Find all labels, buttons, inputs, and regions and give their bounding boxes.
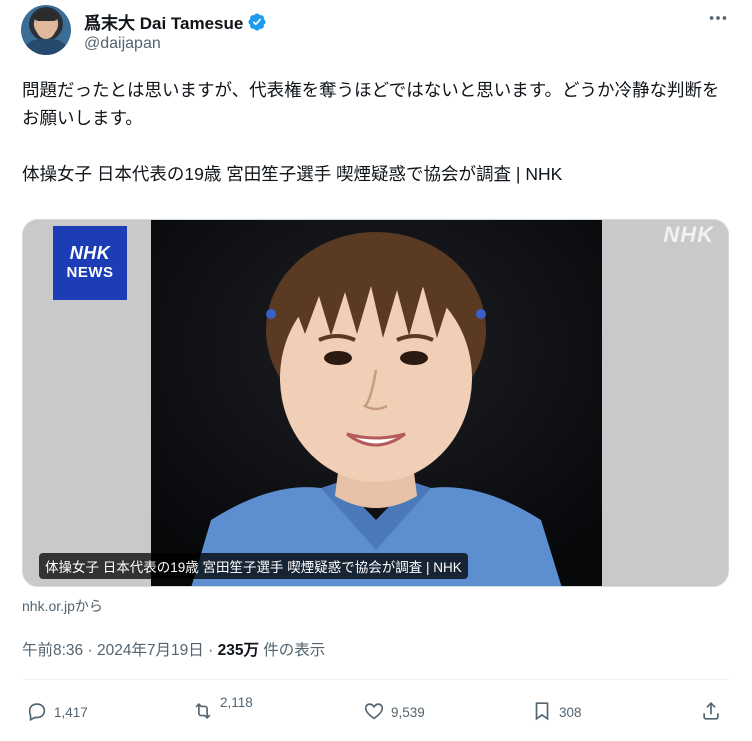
share-icon	[700, 700, 722, 725]
avatar-hair-shape	[35, 11, 57, 21]
author-name-row: 爲末大 Dai Tamesue	[84, 9, 267, 34]
verified-badge-icon[interactable]	[247, 12, 267, 32]
nhk-watermark: NHK	[663, 222, 714, 247]
divider	[22, 679, 730, 680]
views-label: 件の表示	[263, 642, 326, 659]
reply-count: 1,417	[54, 705, 88, 720]
avatar-body-shape	[26, 39, 66, 55]
athlete-photo-illustration	[151, 220, 602, 586]
author-handle[interactable]: @daijapan	[84, 35, 161, 53]
nhk-logo-line1: NHK	[69, 243, 111, 263]
meta-separator: ·	[203, 642, 218, 659]
tweet[interactable]: 爲末大 Dai Tamesue @daijapan 問題だったとは思いますが、代…	[0, 0, 752, 741]
repost-count: 2,118	[220, 695, 253, 710]
more-dots-icon[interactable]	[706, 8, 730, 28]
nhk-news-logo: NHK NEWS	[53, 226, 127, 300]
tweet-time[interactable]: 午前8:36	[22, 642, 83, 659]
bookmark-icon	[531, 700, 553, 725]
reply-icon	[26, 700, 48, 725]
tweet-meta: 午前8:36 · 2024年7月19日 · 235万 件の表示	[22, 638, 325, 660]
repost-button[interactable]: 2,118	[192, 695, 253, 725]
like-button[interactable]: 9,539	[363, 700, 425, 725]
share-button[interactable]	[700, 700, 722, 725]
avatar[interactable]	[21, 5, 71, 55]
bookmark-button[interactable]: 308	[531, 700, 582, 725]
bookmark-count: 308	[559, 705, 582, 720]
link-card[interactable]: NHK NEWS NHK 体操女子 日本代表の19歳 宮田笙子選手 喫煙疑惑で協…	[22, 219, 729, 587]
views-count: 235万	[217, 642, 259, 659]
meta-separator: ·	[83, 642, 97, 659]
heart-icon	[363, 700, 385, 725]
nhk-logo-line2: NEWS	[66, 264, 114, 281]
tweet-text: 問題だったとは思いますが、代表権を奪うほどではないと思います。どうか冷静な判断を…	[22, 80, 720, 184]
card-caption[interactable]: 体操女子 日本代表の19歳 宮田笙子選手 喫煙疑惑で協会が調査 | NHK	[39, 553, 468, 579]
card-photo	[151, 220, 602, 586]
reply-button[interactable]: 1,417	[26, 700, 88, 725]
repost-icon	[192, 700, 214, 725]
card-source-domain[interactable]: nhk.or.jpから	[22, 596, 103, 616]
tweet-date[interactable]: 2024年7月19日	[97, 642, 204, 659]
like-count: 9,539	[391, 705, 425, 720]
author-display-name[interactable]: 爲末大 Dai Tamesue	[84, 9, 243, 34]
